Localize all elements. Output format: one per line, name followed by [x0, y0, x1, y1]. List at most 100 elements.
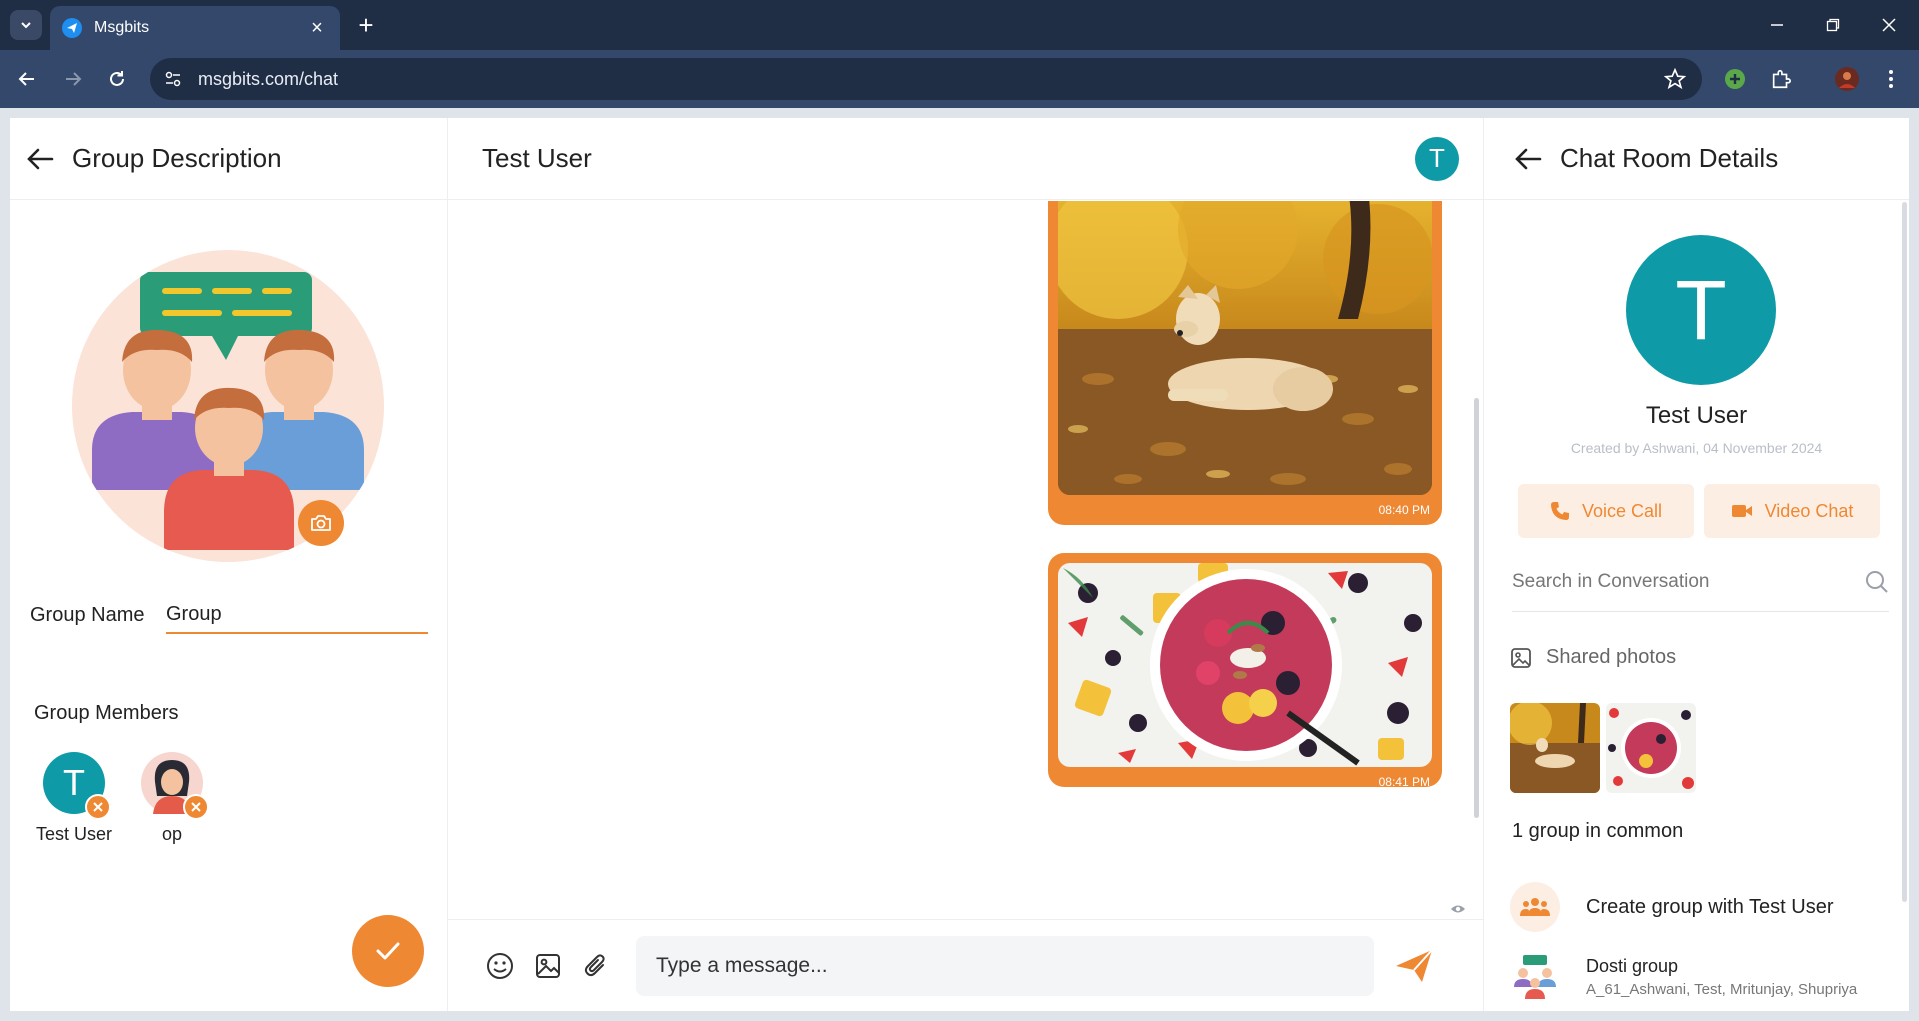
avatar: T — [43, 752, 111, 820]
group-name-input[interactable] — [166, 596, 428, 634]
message-list: 08:40 PM 08:41 PM — [448, 201, 1484, 919]
video-chat-label: Video Chat — [1764, 500, 1854, 521]
voice-call-button[interactable]: Voice Call — [1518, 484, 1694, 538]
chevron-down-icon — [21, 22, 31, 29]
browser-menu-icon[interactable] — [1876, 64, 1906, 94]
group-description-header: Group Description — [10, 118, 447, 200]
image-message[interactable]: 08:40 PM — [1048, 201, 1442, 525]
remove-member-button[interactable] — [85, 794, 111, 820]
minimize-icon[interactable] — [1762, 12, 1792, 38]
voice-call-label: Voice Call — [1581, 500, 1663, 521]
chat-panel: Test User T 08:40 PM 08:41 PM Type a mes… — [448, 118, 1484, 1011]
group-name: Dosti group — [1586, 956, 1679, 976]
checkmark-icon — [376, 942, 400, 960]
details-scrollbar[interactable] — [1902, 202, 1907, 902]
member-test-user[interactable]: T Test User — [24, 752, 124, 845]
message-time: 08:41 PM — [1378, 775, 1430, 789]
extension-green-icon[interactable] — [1720, 64, 1750, 94]
avatar-initial: T — [1675, 262, 1727, 357]
search-conversation — [1512, 552, 1889, 612]
message-time: 08:40 PM — [1378, 503, 1430, 517]
chat-scrollbar[interactable] — [1474, 398, 1479, 818]
common-group-row[interactable]: Dosti group A_61_Ashwani, Test, Mritunja… — [1510, 952, 1857, 1002]
paperclip-icon — [584, 953, 605, 976]
browser-toolbar: msgbits.com/chat — [0, 50, 1919, 108]
message-input[interactable] — [636, 935, 1374, 996]
video-camera-icon — [1731, 505, 1752, 517]
chat-title: Test User — [482, 143, 592, 173]
avatar-initial: T — [1429, 143, 1445, 173]
created-by-text: Created by Ashwani, 04 November 2024 — [1570, 440, 1823, 456]
message-image[interactable] — [1058, 201, 1432, 495]
common-group-info: Dosti group A_61_Ashwani, Test, Mritunja… — [1586, 956, 1857, 998]
shared-photo-thumbnail[interactable] — [1510, 703, 1600, 793]
browser-tab[interactable]: Msgbits × — [50, 6, 340, 50]
bookmark-star-icon[interactable] — [1663, 67, 1687, 95]
group-avatar — [1510, 952, 1560, 1002]
group-name-label: Group Name — [30, 604, 145, 626]
close-window-icon[interactable] — [1874, 12, 1904, 38]
group-description-panel: Group Description Group Name Group Group… — [10, 118, 448, 1011]
profile-name: Test User — [1645, 402, 1748, 429]
profile-avatar-icon[interactable] — [1832, 64, 1862, 94]
shared-photo-thumbnail[interactable] — [1606, 703, 1696, 793]
tab-close-icon[interactable]: × — [306, 17, 328, 40]
shared-photos-header: Shared photos — [1510, 646, 1676, 669]
message-composer — [448, 919, 1484, 1011]
back-icon[interactable] — [12, 64, 42, 94]
search-conversation-input[interactable] — [1512, 570, 1865, 593]
change-photo-button[interactable] — [298, 500, 344, 546]
profile-avatar[interactable]: T — [1626, 235, 1776, 385]
reload-icon[interactable] — [102, 64, 132, 94]
create-group-row[interactable]: Create group with Test User — [1510, 882, 1834, 932]
phone-icon — [1550, 502, 1569, 520]
close-icon — [191, 802, 201, 812]
tab-strip: Msgbits × + — [0, 0, 1919, 50]
chat-room-details-panel: Chat Room Details T Test User Created by… — [1484, 118, 1909, 1011]
new-tab-button[interactable]: + — [352, 12, 380, 40]
tab-search-button[interactable] — [10, 10, 42, 40]
message-image[interactable] — [1058, 563, 1432, 767]
member-name: op — [161, 824, 183, 844]
image-icon — [536, 953, 560, 978]
restore-icon[interactable] — [1818, 12, 1848, 38]
image-message[interactable]: 08:41 PM — [1048, 553, 1442, 789]
group-members-list: A_61_Ashwani, Test, Mritunjay, Shupriya — [1586, 981, 1858, 998]
back-arrow-icon[interactable] — [26, 147, 54, 171]
url-text[interactable]: msgbits.com/chat — [198, 69, 338, 90]
save-group-button[interactable] — [352, 915, 424, 987]
forward-icon[interactable] — [58, 64, 88, 94]
search-icon[interactable] — [1865, 570, 1889, 594]
panel-title: Chat Room Details — [1560, 143, 1779, 173]
avatar — [141, 752, 209, 820]
msgbits-app: Group Description Group Name Group Group… — [10, 118, 1909, 1011]
video-chat-button[interactable]: Video Chat — [1704, 484, 1880, 538]
chat-header-avatar[interactable]: T — [1415, 136, 1459, 181]
seen-eye-icon — [1451, 905, 1465, 913]
dog-in-leaves-image — [1058, 201, 1432, 495]
gallery-icon — [1511, 647, 1531, 668]
group-add-icon — [1510, 882, 1560, 932]
msgbits-favicon-icon — [62, 18, 82, 38]
fruit-bowl-image — [1058, 563, 1432, 767]
shared-photos-label: Shared photos — [1546, 646, 1677, 668]
panel-title: Group Description — [72, 143, 282, 173]
tab-title: Msgbits — [94, 19, 150, 36]
image-upload-button[interactable] — [530, 948, 566, 984]
emoji-button[interactable] — [482, 948, 518, 984]
close-icon — [93, 802, 103, 812]
site-settings-icon[interactable] — [164, 70, 182, 88]
dog-thumbnail-image — [1510, 703, 1600, 793]
send-icon — [1396, 948, 1433, 982]
chat-header: Test User T — [448, 118, 1483, 200]
send-button[interactable] — [1392, 944, 1436, 988]
extensions-puzzle-icon[interactable] — [1766, 64, 1796, 94]
browser-window: Msgbits × + msgbits.com/chat Group Descr… — [0, 0, 1919, 1021]
chat-room-details-header: Chat Room Details — [1484, 118, 1909, 200]
remove-member-button[interactable] — [183, 794, 209, 820]
attach-button[interactable] — [578, 948, 614, 984]
back-arrow-icon[interactable] — [1514, 147, 1542, 171]
group-people-icon — [1514, 955, 1556, 999]
member-op[interactable]: op — [122, 752, 222, 845]
address-bar[interactable]: msgbits.com/chat — [150, 58, 1702, 100]
